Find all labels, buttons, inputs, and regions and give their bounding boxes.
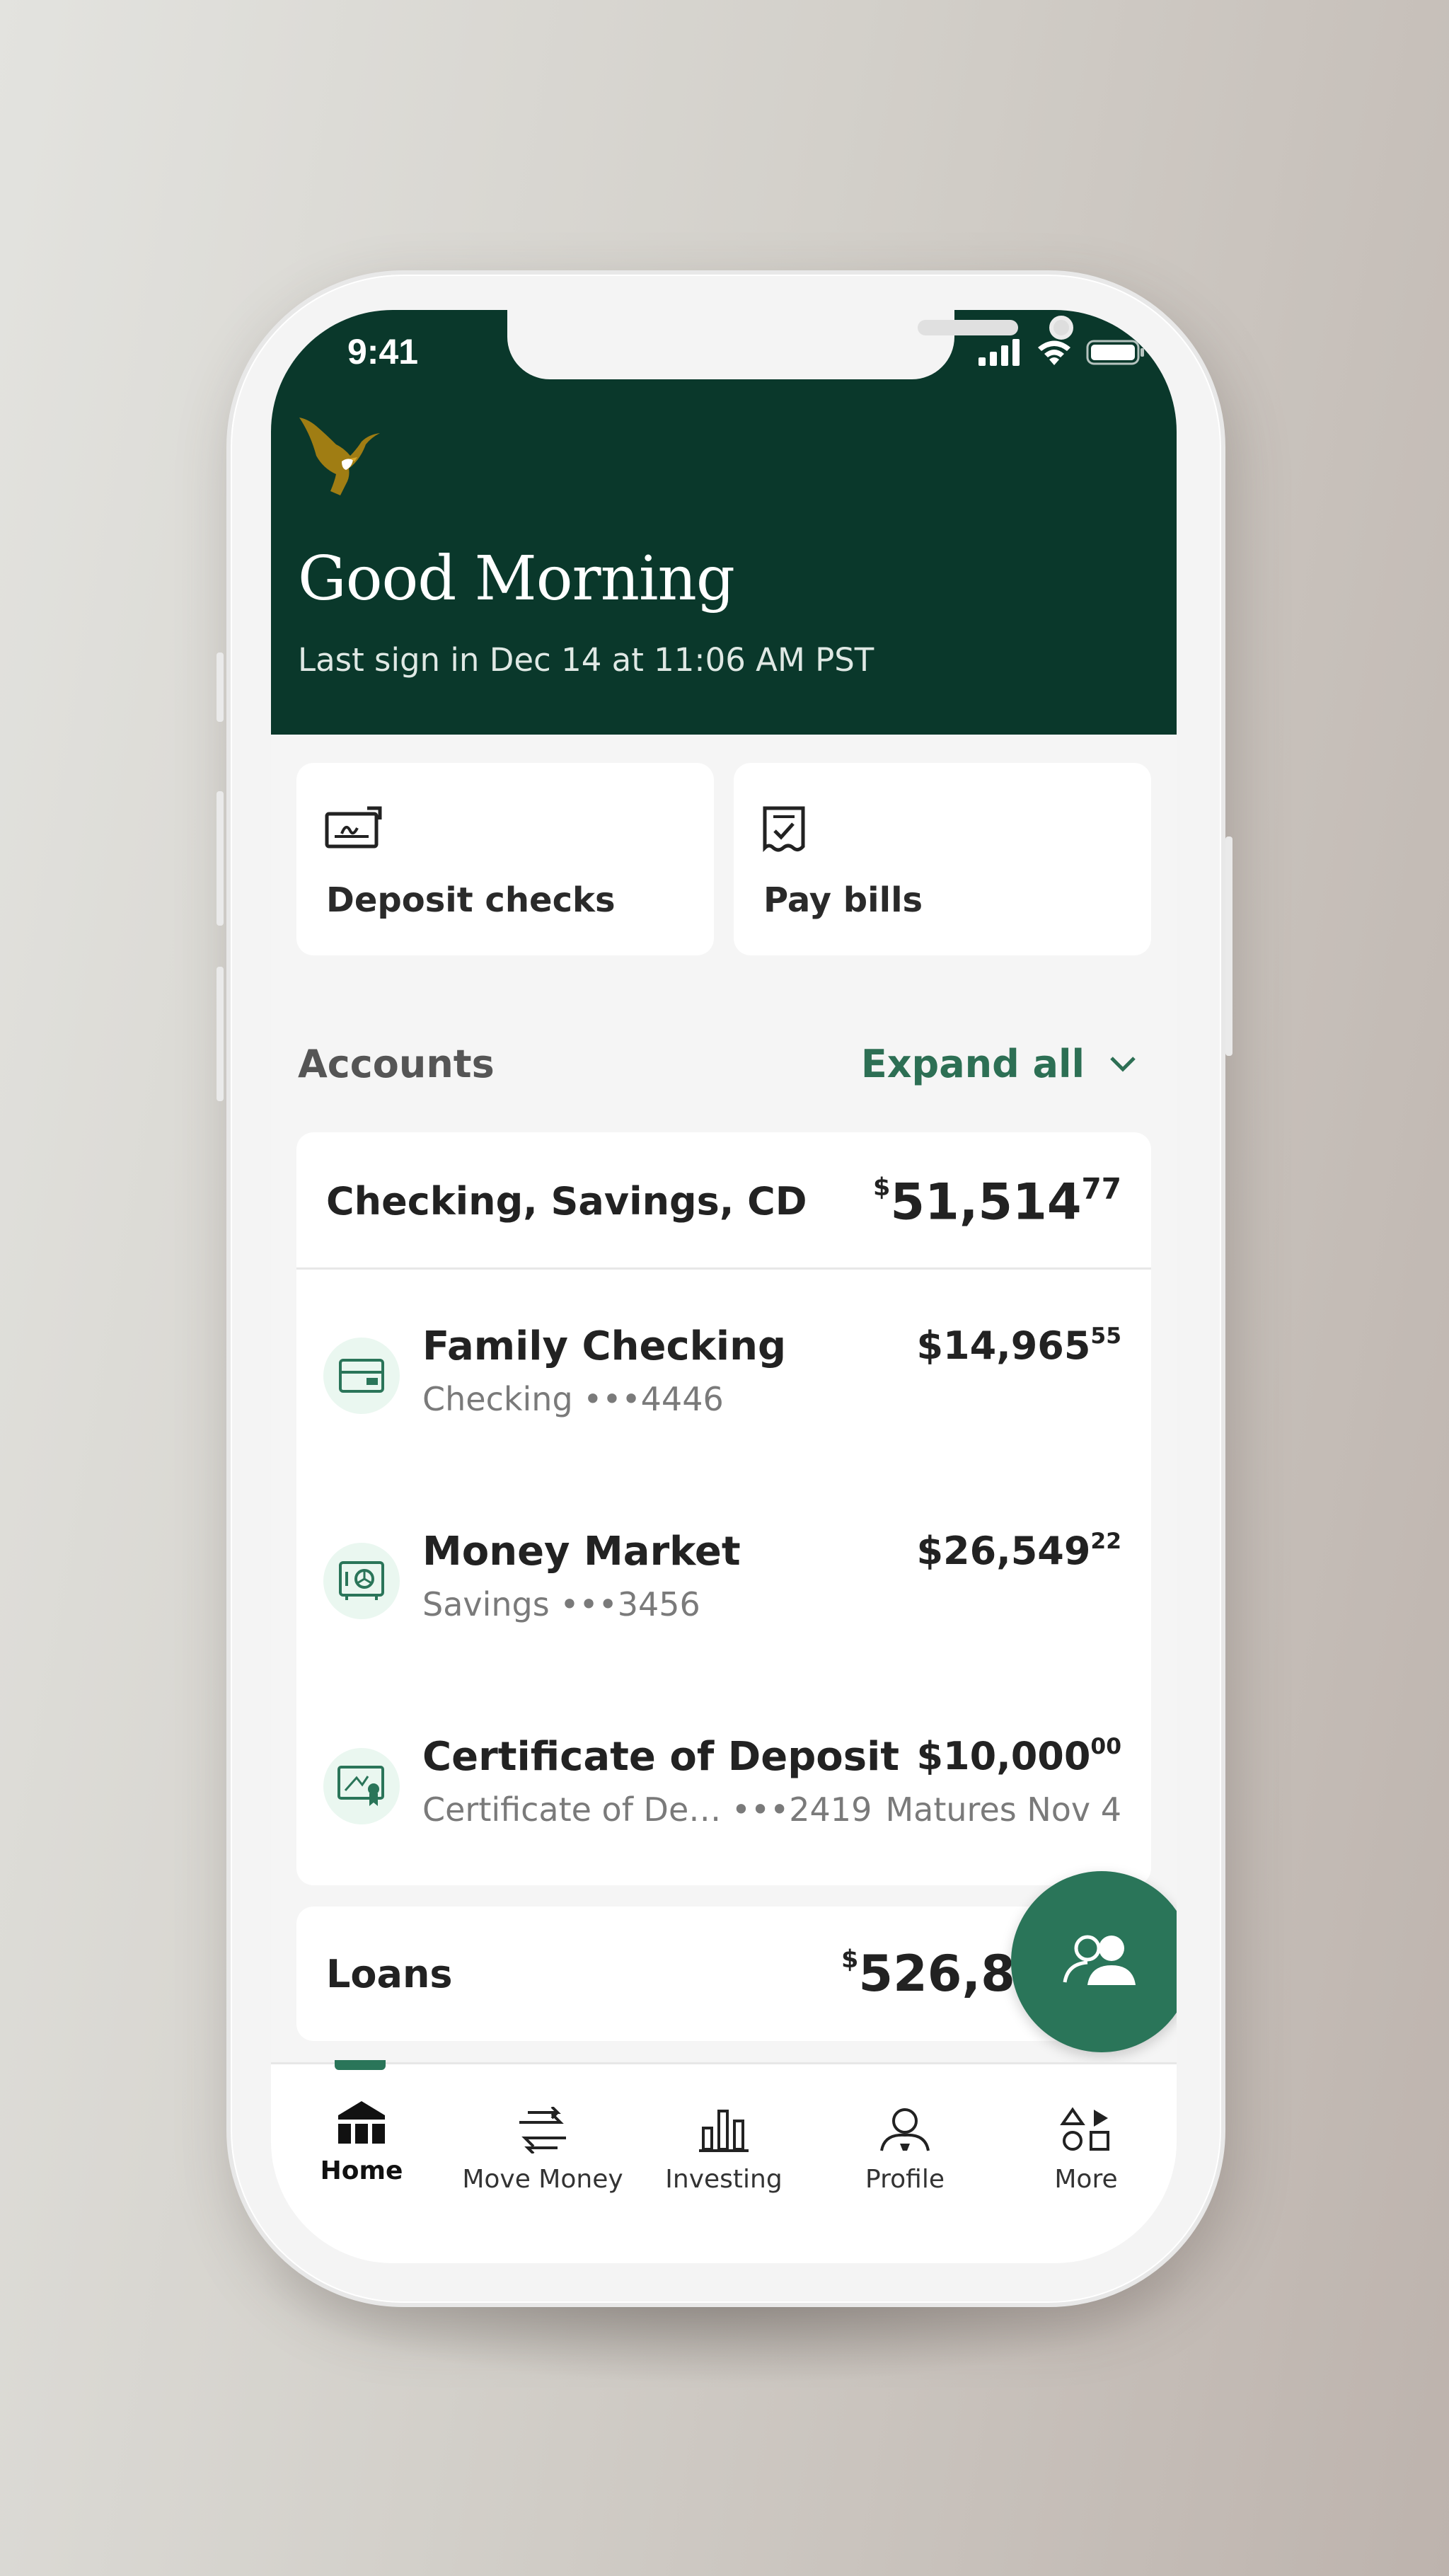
pay-bills-button[interactable]: Pay bills (734, 763, 1151, 955)
tab-investing[interactable]: Investing (633, 2107, 814, 2194)
check-deposit-icon (325, 806, 382, 849)
account-icon (323, 1338, 400, 1414)
account-balance: $14,96555 (916, 1323, 1121, 1368)
tab-label: Move Money (462, 2165, 623, 2194)
loans-total: $526,8 (841, 1945, 1015, 2003)
profile-icon (880, 2108, 930, 2151)
camera (1049, 316, 1073, 340)
account-name: Money Market (422, 1529, 741, 1575)
group-title: Checking, Savings, CD (326, 1179, 807, 1224)
account-icon (323, 1748, 400, 1824)
eagle-logo-icon (299, 418, 380, 495)
people-icon (1063, 1935, 1136, 1985)
account-row-certificate-of-deposit[interactable]: Certificate of Deposit Certificate of De… (296, 1680, 1151, 1885)
home-icon (338, 2101, 385, 2144)
phone-side-button (1225, 836, 1232, 1056)
phone-notch (507, 310, 1073, 379)
transfer-icon (519, 2107, 566, 2154)
greeting-title: Good Morning (298, 544, 735, 614)
account-balance: $10,00000 (916, 1734, 1121, 1778)
account-name: Certificate of Deposit (422, 1734, 900, 1780)
bar-chart-icon (699, 2110, 749, 2152)
safe-icon (339, 1561, 384, 1600)
maturity-date: Matures Nov 4 (885, 1790, 1121, 1829)
cellular-signal-icon (978, 339, 1020, 366)
pay-bills-label: Pay bills (763, 880, 923, 920)
tab-label: Investing (665, 2165, 783, 2194)
active-tab-indicator (335, 2060, 386, 2070)
expand-all-label: Expand all (860, 1042, 1085, 1086)
deposit-accounts-header[interactable]: Checking, Savings, CD $51,51477 (296, 1132, 1151, 1270)
status-icons (978, 338, 1145, 367)
account-subtitle: Certificate of De… •••2419 (422, 1790, 872, 1829)
last-signin-text: Last sign in Dec 14 at 11:06 AM PST (298, 641, 874, 679)
tab-move-money[interactable]: Move Money (452, 2107, 633, 2194)
wifi-icon (1038, 340, 1070, 365)
deposit-accounts-card: Checking, Savings, CD $51,51477 Family C… (296, 1132, 1151, 1885)
account-balance: $26,54922 (916, 1529, 1121, 1573)
tab-home[interactable]: Home (271, 2098, 452, 2185)
deposit-checks-label: Deposit checks (326, 880, 616, 920)
account-row-family-checking[interactable]: Family Checking Checking •••4446 $14,965… (296, 1270, 1151, 1475)
account-subtitle: Checking •••4446 (422, 1380, 724, 1418)
bill-icon (763, 806, 805, 853)
expand-all-button[interactable]: Expand all (861, 1042, 1137, 1086)
tab-profile[interactable]: Profile (814, 2107, 995, 2194)
account-subtitle: Savings •••3456 (422, 1585, 700, 1623)
account-row-money-market[interactable]: Money Market Savings •••3456 $26,54922 (296, 1475, 1151, 1680)
group-total: $51,51477 (873, 1172, 1121, 1231)
accounts-section-title: Accounts (298, 1042, 495, 1086)
app-screen: 9:41 Good Morning Last sign in Dec 14 at… (271, 310, 1177, 2263)
more-icon (1060, 2107, 1109, 2151)
tab-label: Home (320, 2156, 403, 2185)
bottom-tab-bar: Home Move Money Investing Profile More (271, 2060, 1177, 2263)
speaker (918, 320, 1018, 335)
phone-side-button (217, 967, 224, 1101)
tab-label: More (1054, 2165, 1118, 2194)
status-time: 9:41 (347, 332, 419, 372)
phone-side-button (217, 791, 224, 926)
battery-icon (1086, 340, 1144, 365)
app-header: 9:41 Good Morning Last sign in Dec 14 at… (271, 310, 1177, 735)
deposit-checks-button[interactable]: Deposit checks (296, 763, 714, 955)
phone-side-button (217, 652, 224, 722)
account-icon (323, 1543, 400, 1619)
certificate-icon (337, 1766, 384, 1806)
chevron-down-icon (1110, 1056, 1136, 1072)
loans-title: Loans (326, 1952, 453, 1996)
account-name: Family Checking (422, 1323, 787, 1369)
tab-more[interactable]: More (995, 2107, 1177, 2194)
tab-label: Profile (865, 2165, 945, 2194)
card-icon (339, 1359, 384, 1393)
